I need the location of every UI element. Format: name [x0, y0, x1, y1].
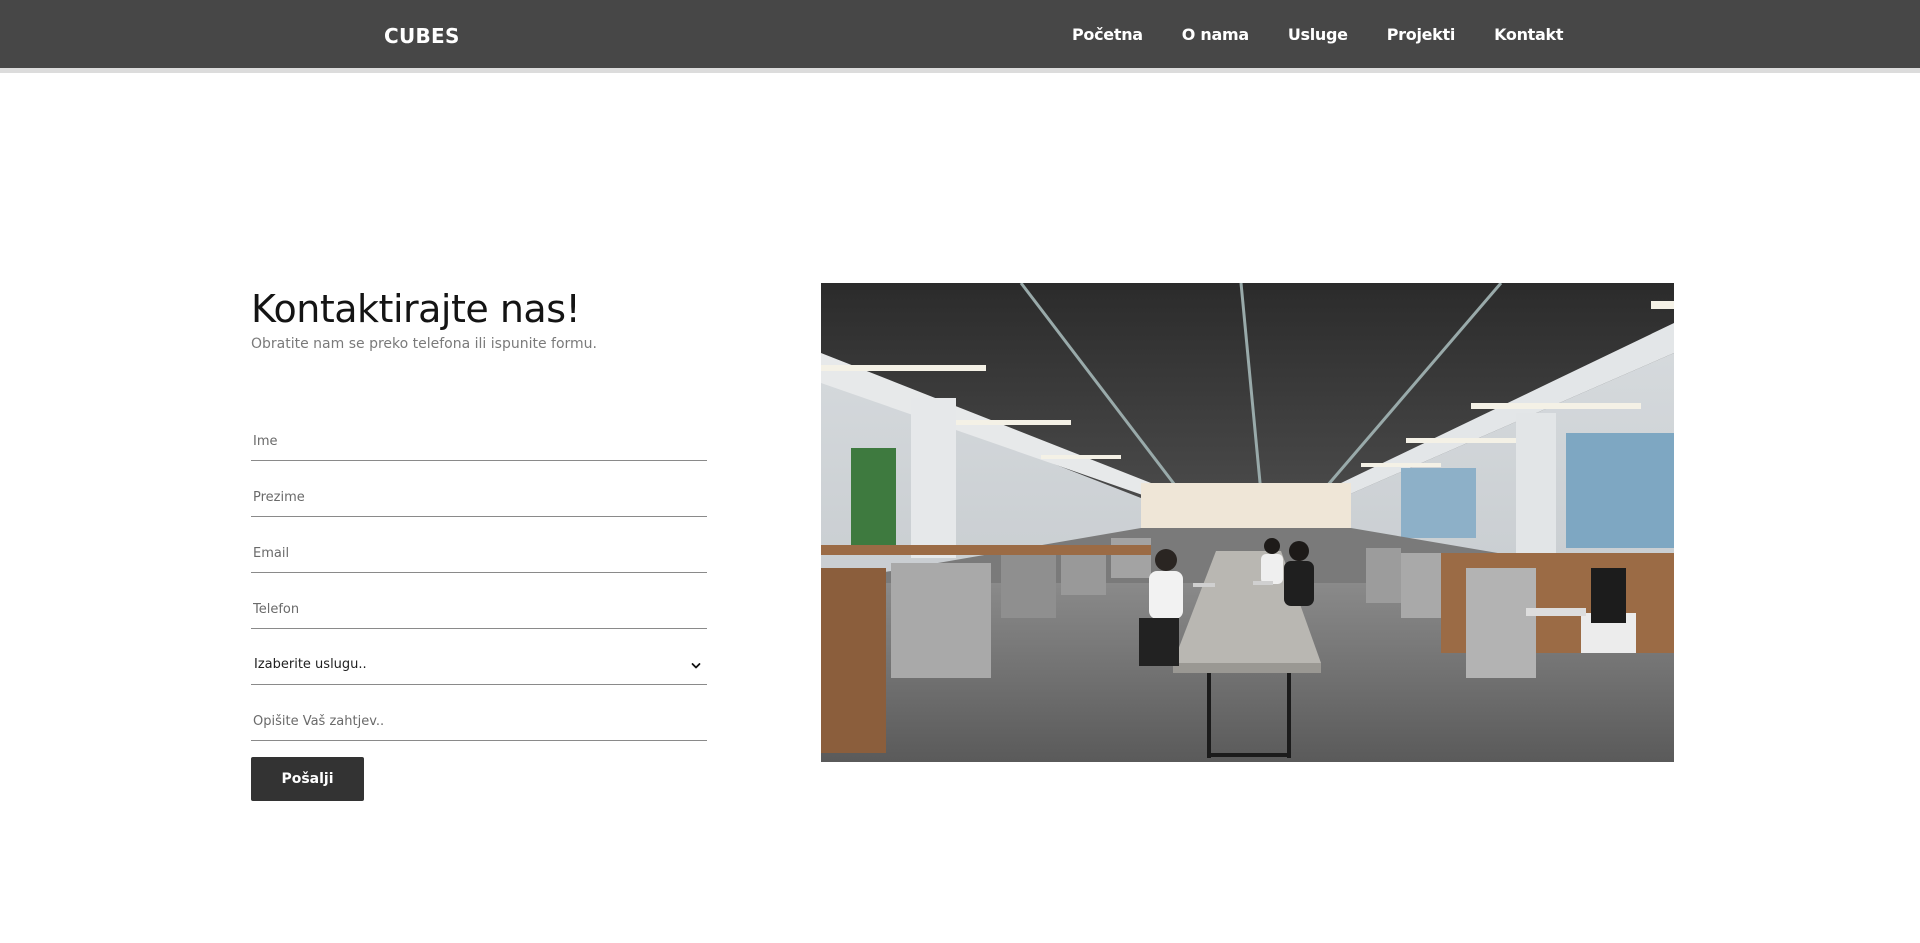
phone-input[interactable] — [251, 590, 707, 628]
service-select-value: Izaberite uslugu.. — [254, 657, 367, 672]
nav-link-projekti[interactable]: Projekti — [1387, 25, 1456, 44]
office-interior-illustration — [821, 283, 1674, 762]
email-input[interactable] — [251, 534, 707, 572]
last-name-input[interactable] — [251, 478, 707, 516]
message-input[interactable] — [251, 702, 707, 740]
first-name-field-wrapper — [251, 417, 707, 461]
nav-link-pocetna[interactable]: Početna — [1072, 25, 1143, 44]
chevron-down-icon — [691, 663, 701, 669]
nav-link-usluge[interactable]: Usluge — [1288, 25, 1348, 44]
first-name-input[interactable] — [251, 422, 707, 460]
submit-button[interactable]: Pošalji — [251, 757, 364, 801]
contact-form: Izaberite uslugu.. Pošalji — [251, 417, 707, 801]
nav-link-kontakt[interactable]: Kontakt — [1494, 25, 1563, 44]
contact-heading-block: Kontaktirajte nas! Obratite nam se preko… — [251, 285, 707, 353]
page-title: Kontaktirajte nas! — [251, 287, 581, 331]
brand-logo[interactable]: CUBES — [384, 24, 460, 48]
phone-field-wrapper — [251, 573, 707, 629]
service-select[interactable]: Izaberite uslugu.. — [251, 629, 707, 685]
page-subtitle: Obratite nam se preko telefona ili ispun… — [251, 336, 597, 352]
office-photo — [821, 283, 1674, 762]
last-name-field-wrapper — [251, 461, 707, 517]
navbar: CUBES Početna O nama Usluge Projekti Kon… — [0, 0, 1920, 73]
nav-link-o-nama[interactable]: O nama — [1182, 25, 1249, 44]
main-nav: Početna O nama Usluge Projekti Kontakt — [1072, 25, 1602, 44]
message-field-wrapper — [251, 685, 707, 741]
email-field-wrapper — [251, 517, 707, 573]
